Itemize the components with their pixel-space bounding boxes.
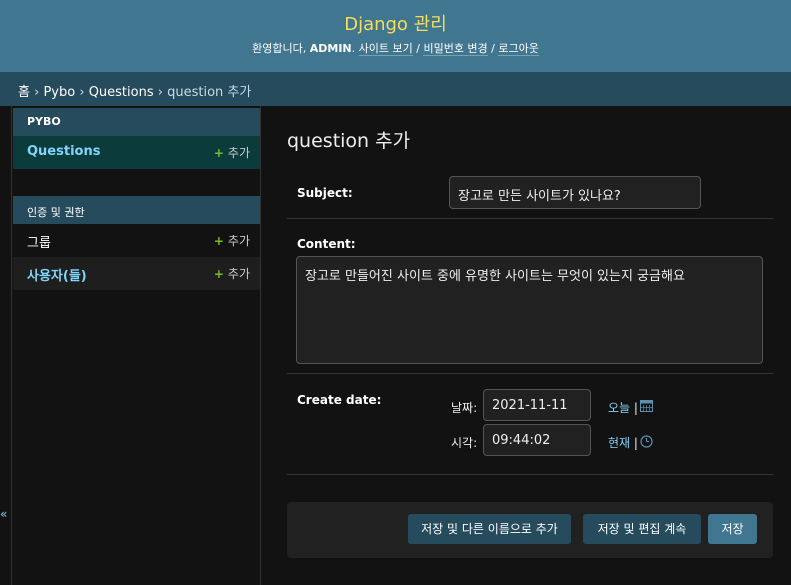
sidebar-item-label[interactable]: Questions: [27, 144, 100, 159]
welcome-text: 환영합니다,: [252, 42, 307, 55]
breadcrumb-separator: ›: [157, 85, 163, 100]
change-password-link[interactable]: 비밀번호 변경: [423, 42, 488, 56]
subject-label: Subject:: [297, 186, 353, 200]
date-label: 날짜:: [451, 401, 478, 415]
sidebar-toggle-button[interactable]: «: [0, 507, 7, 521]
nav-sidebar: PYBO Questions + 추가 인증 및 권한 그룹 + 추가 사용자(들)…: [0, 106, 261, 585]
add-users-link[interactable]: + 추가: [214, 265, 250, 282]
time-label: 시각:: [451, 436, 478, 450]
breadcrumb-separator: ›: [34, 85, 40, 100]
save-button[interactable]: 저장: [708, 514, 757, 544]
time-input[interactable]: 09:44:02: [483, 424, 591, 456]
user-tools-separator: /: [416, 42, 420, 55]
breadcrumb: 홈 › Pybo › Questions › question 추가: [0, 72, 791, 106]
content-textarea[interactable]: 장고로 만들어진 사이트 중에 유명한 사이트는 무엇이 있는지 궁금해요: [296, 256, 763, 364]
clock-icon[interactable]: [640, 435, 653, 448]
add-plus-icon: +: [213, 146, 224, 160]
user-tools-separator: /: [491, 42, 495, 55]
breadcrumb-home[interactable]: 홈: [18, 85, 30, 100]
user-tools: 환영합니다, ADMIN. 사이트 보기 / 비밀번호 변경 / 로그아웃: [252, 42, 539, 56]
breadcrumb-separator: ›: [79, 85, 85, 100]
submit-row: 저장 및 다른 이름으로 추가 저장 및 편집 계속 저장: [287, 502, 773, 558]
sidebar-item-users[interactable]: 사용자(들) + 추가: [13, 257, 260, 290]
row-divider: [287, 373, 773, 374]
row-divider: [287, 218, 773, 219]
sidebar-item-label[interactable]: 그룹: [27, 236, 51, 251]
breadcrumb-questions[interactable]: Questions: [89, 85, 154, 100]
view-site-link[interactable]: 사이트 보기: [358, 42, 413, 56]
app-caption-auth[interactable]: 인증 및 권한: [13, 196, 260, 224]
now-link[interactable]: 현재 |: [608, 434, 638, 451]
date-input[interactable]: 2021-11-11: [483, 389, 591, 421]
add-plus-icon: +: [213, 234, 224, 248]
save-and-continue-button[interactable]: 저장 및 편집 계속: [583, 514, 701, 544]
site-title[interactable]: Django 관리: [0, 10, 791, 36]
save-and-add-another-button[interactable]: 저장 및 다른 이름으로 추가: [408, 514, 571, 544]
username: ADMIN: [309, 42, 352, 55]
breadcrumb-current: question 추가: [167, 85, 252, 100]
add-questions-link[interactable]: + 추가: [214, 144, 250, 161]
sidebar-item-groups[interactable]: 그룹 + 추가: [13, 224, 260, 257]
row-divider: [287, 474, 773, 475]
add-groups-link[interactable]: + 추가: [214, 232, 250, 249]
breadcrumb-pybo[interactable]: Pybo: [43, 85, 75, 100]
page-title: question 추가: [287, 130, 411, 152]
sidebar-item-label[interactable]: 사용자(들): [27, 269, 87, 284]
subject-input[interactable]: 장고로 만든 사이트가 있나요?: [449, 176, 701, 209]
logout-link[interactable]: 로그아웃: [498, 42, 539, 56]
today-link[interactable]: 오늘 |: [608, 399, 638, 416]
site-header: Django 관리 환영합니다, ADMIN. 사이트 보기 / 비밀번호 변경…: [0, 0, 791, 72]
create-date-label: Create date:: [297, 393, 382, 407]
app-caption-pybo[interactable]: PYBO: [13, 108, 260, 136]
sidebar-divider: [11, 106, 12, 585]
add-plus-icon: +: [213, 267, 224, 281]
content-label: Content:: [297, 237, 356, 251]
sidebar-item-questions[interactable]: Questions + 추가: [13, 136, 260, 169]
calendar-icon[interactable]: [640, 399, 653, 412]
